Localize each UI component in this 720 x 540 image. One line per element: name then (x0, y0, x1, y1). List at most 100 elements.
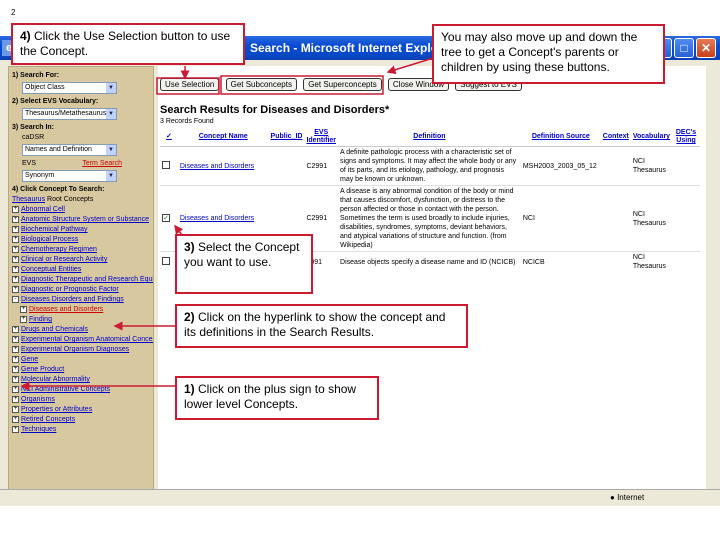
column-header[interactable]: Concept Name (177, 128, 269, 147)
get-superconcepts-button[interactable]: Get Superconcepts (303, 78, 382, 91)
tree-item-link[interactable]: Organisms (21, 396, 55, 403)
expand-plus-icon[interactable]: + (12, 265, 19, 273)
expand-plus-icon[interactable]: + (12, 285, 19, 293)
column-header[interactable]: Public_ID (268, 128, 305, 147)
tree-item-link[interactable]: Finding (29, 316, 52, 323)
column-header[interactable]: EVS Identifier (304, 128, 339, 147)
chevron-down-icon: ▼ (106, 109, 116, 119)
search-for-select[interactable]: Object Class ▼ (22, 82, 117, 94)
tree-item-link[interactable]: Properties or Attributes (21, 406, 92, 413)
step1-text: Click on the plus sign to show lower lev… (184, 382, 357, 411)
row-checkbox[interactable]: ✓ (162, 214, 170, 222)
results-title: Search Results for Diseases and Disorder… (160, 104, 390, 116)
column-header[interactable]: Context (600, 128, 631, 147)
collapse-icon[interactable]: - (12, 295, 19, 303)
tree-item: + NCI Administrative Concepts (12, 385, 150, 395)
tree-item: + Chemotherapy Regimen (12, 245, 150, 255)
term-search-link[interactable]: Term Search (82, 159, 122, 169)
tree-item-link[interactable]: Chemotherapy Regimen (21, 246, 97, 253)
expand-plus-icon[interactable]: + (12, 325, 19, 333)
tree-item-link[interactable]: Abnormal Cell (21, 206, 65, 213)
expand-plus-icon[interactable]: + (12, 335, 19, 343)
tree-item: + Drugs and Chemicals (12, 325, 150, 335)
cell-vocabulary: NCI Thesaurus (630, 185, 673, 252)
expand-plus-icon[interactable]: + (12, 255, 19, 263)
tree-item-link[interactable]: Biochemical Pathway (21, 226, 88, 233)
expand-plus-icon[interactable]: + (12, 215, 19, 223)
tree-item-link[interactable]: Diseases and Disorders (29, 306, 103, 313)
vocab-select[interactable]: Thesaurus/Metathesaurus ▼ (22, 108, 117, 120)
expand-plus-icon[interactable]: + (20, 315, 27, 323)
expand-plus-icon[interactable]: + (12, 245, 19, 253)
tree-item-link[interactable]: Gene (21, 356, 38, 363)
expand-plus-icon[interactable]: + (12, 365, 19, 373)
expand-plus-icon[interactable]: + (12, 425, 19, 433)
use-selection-button[interactable]: Use Selection (160, 78, 220, 91)
click-concept-label: 4) Click Concept To Search: (12, 186, 105, 193)
expand-plus-icon[interactable]: + (12, 205, 19, 213)
get-subconcepts-button[interactable]: Get Subconcepts (225, 78, 297, 91)
search-for-value: Object Class (25, 84, 65, 91)
thesaurus-link[interactable]: Thesaurus (12, 196, 45, 203)
chevron-down-icon: ▼ (106, 171, 116, 181)
tree-item-link[interactable]: Clinical or Research Activity (21, 256, 107, 263)
cell-decs (672, 251, 700, 272)
tree-item-link[interactable]: Anatomic Structure System or Substance (21, 216, 149, 223)
tree-item: + Abnormal Cell (12, 205, 150, 215)
names-select[interactable]: Names and Definition ▼ (22, 144, 117, 156)
tree-item-link[interactable]: Molecular Abnormality (21, 376, 90, 383)
tree-item-link[interactable]: Experimental Organism Anatomical Concept… (21, 336, 153, 343)
expand-plus-icon[interactable]: + (12, 345, 19, 353)
step2-number: 2) (184, 310, 195, 324)
tree-item-link[interactable]: Drugs and Chemicals (21, 326, 88, 333)
expand-plus-icon[interactable]: + (12, 405, 19, 413)
vocab-label: 2) Select EVS Vocabulary: (12, 98, 99, 105)
expand-plus-icon[interactable]: + (12, 235, 19, 243)
tree-item-link[interactable]: Gene Product (21, 366, 64, 373)
tree-item-link[interactable]: Diagnostic Therapeutic and Research Equi… (21, 276, 153, 283)
callout-step3: 3) Select the Concept you want to use. (175, 234, 313, 294)
expand-plus-icon[interactable]: + (12, 355, 19, 363)
expand-plus-icon[interactable]: + (12, 375, 19, 383)
tree-item-link[interactable]: NCI Administrative Concepts (21, 386, 110, 393)
maximize-button[interactable]: □ (674, 38, 694, 58)
expand-plus-icon[interactable]: + (12, 415, 19, 423)
tree-item-link[interactable]: Experimental Organism Diagnoses (21, 346, 129, 353)
tree-item-link[interactable]: Techniques (21, 426, 56, 433)
synonym-select[interactable]: Synonym ▼ (22, 170, 117, 182)
column-header[interactable]: Definition (338, 128, 521, 147)
expand-plus-icon[interactable]: + (12, 385, 19, 393)
expand-plus-icon[interactable]: + (12, 275, 19, 283)
close-button[interactable]: ✕ (696, 38, 716, 58)
cell-name[interactable]: Diseases and Disorders (177, 146, 269, 186)
step4-number: 4) (20, 29, 31, 43)
expand-plus-icon[interactable]: + (12, 395, 19, 403)
column-header[interactable]: Vocabulary (630, 128, 673, 147)
tree-item-link[interactable]: Biological Process (21, 236, 78, 243)
tree-item: + Anatomic Structure System or Substance (12, 215, 150, 225)
callout-step4: 4) Click the Use Selection button to use… (11, 23, 245, 65)
column-header[interactable]: Definition Source (520, 128, 601, 147)
tree-item-link[interactable]: Retired Concepts (21, 416, 75, 423)
root-concepts-label: Root Concepts (45, 196, 94, 203)
tree-item-link[interactable]: Diagnostic or Prognostic Factor (21, 286, 119, 293)
vocab-value: Thesaurus/Metathesaurus (25, 110, 107, 117)
cell-evs-id: C2991 (304, 146, 339, 186)
tree-item: + Biological Process (12, 235, 150, 245)
tree-item-link[interactable]: Conceptual Entities (21, 266, 81, 273)
cadsr-option[interactable]: caDSR (12, 133, 150, 143)
expand-plus-icon[interactable]: + (20, 305, 27, 313)
select-cell (160, 146, 178, 186)
column-header[interactable]: DEC's Using (672, 128, 700, 147)
row-checkbox[interactable] (162, 160, 170, 169)
tree-item: + Conceptual Entities (12, 265, 150, 275)
tree-item-link[interactable]: Diseases Disorders and Findings (21, 296, 124, 303)
tree-item: + Molecular Abnormality (12, 375, 150, 385)
expand-plus-icon[interactable]: + (12, 225, 19, 233)
row-checkbox[interactable] (162, 256, 170, 265)
column-header[interactable]: ✓ (160, 128, 178, 147)
internet-zone-label: Internet (617, 493, 645, 502)
callout-move-tree: You may also move up and down the tree t… (432, 24, 665, 84)
tree-item: + Clinical or Research Activity (12, 255, 150, 265)
records-count: 3 Records Found (160, 118, 214, 125)
